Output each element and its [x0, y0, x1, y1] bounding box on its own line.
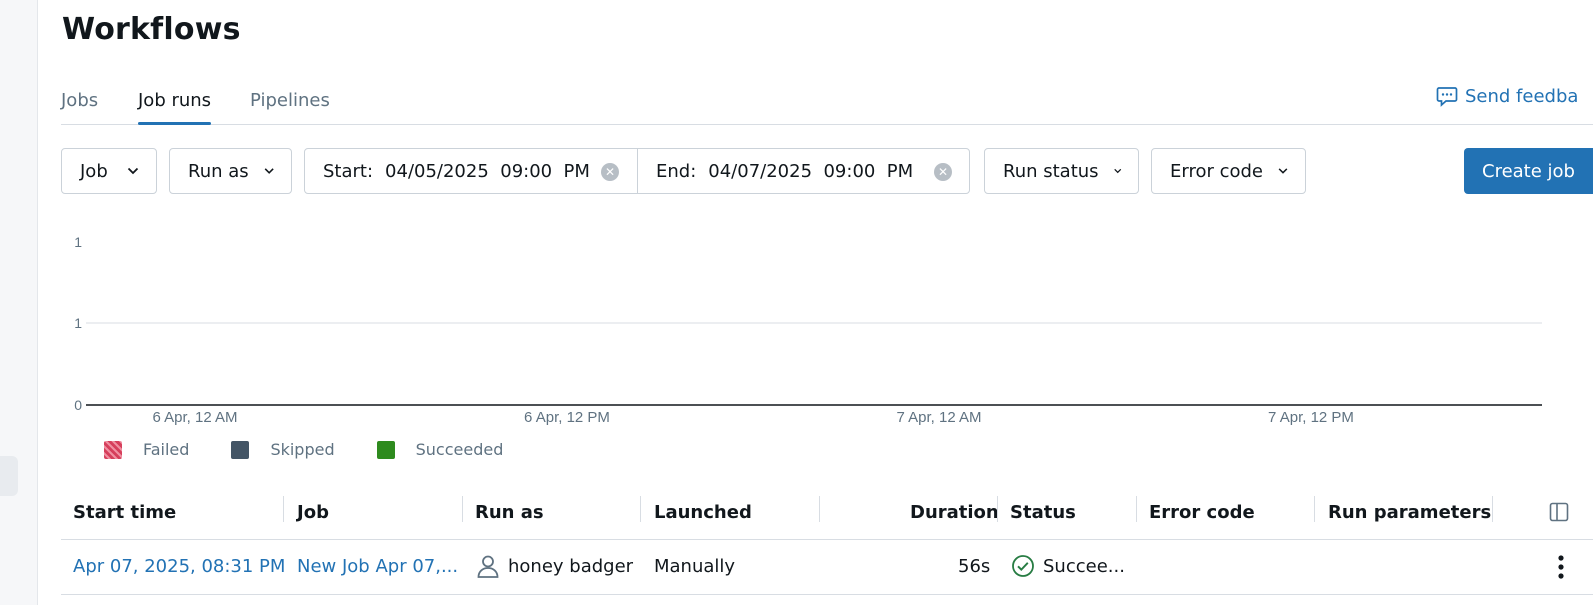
clear-end-date-icon[interactable]: ✕ [934, 163, 952, 181]
status-text: Succee... [1043, 555, 1125, 577]
column-resizer[interactable] [1136, 496, 1137, 522]
table-header: Start time Job Run as Launched Duration … [61, 492, 1593, 540]
end-date-label: End: [656, 160, 697, 182]
job-filter-label: Job [80, 160, 108, 182]
send-feedback-link[interactable]: Send feedba [1435, 84, 1578, 108]
clear-start-date-icon[interactable]: ✕ [601, 163, 619, 181]
column-header-run-parameters[interactable]: Run parameters [1328, 502, 1491, 523]
column-resizer[interactable] [462, 496, 463, 522]
legend-item-failed[interactable]: Failed [104, 440, 189, 459]
left-sidebar [0, 0, 38, 605]
y-tick-label: 0 [74, 397, 82, 413]
x-tick-label: 6 Apr, 12 PM [524, 409, 610, 426]
launched-cell: Manually [654, 556, 736, 577]
legend-item-succeeded[interactable]: Succeeded [376, 440, 504, 459]
speech-bubble-icon [1436, 87, 1458, 107]
y-tick-label: 1 [74, 315, 82, 331]
sidebar-collapse-handle[interactable] [0, 456, 18, 496]
column-header-duration[interactable]: Duration [910, 502, 999, 523]
chevron-down-icon [1113, 168, 1121, 174]
column-resizer[interactable] [997, 496, 998, 522]
column-resizer[interactable] [283, 496, 284, 522]
job-runs-chart: 1 1 0 6 Apr, 12 AM 6 Apr, 12 PM 7 Apr, 1… [74, 234, 1542, 426]
end-date-value: 04/07/2025 09:00 PM [708, 160, 914, 182]
send-feedback-label: Send feedba [1465, 85, 1579, 107]
start-time-link[interactable]: Apr 07, 2025, 08:31 PM [73, 556, 285, 577]
tab-job-runs[interactable]: Job runs [138, 90, 212, 125]
legend-label: Failed [143, 440, 190, 459]
status-cell: Succee... [1011, 554, 1125, 578]
legend-label: Skipped [270, 440, 335, 459]
chevron-down-icon [127, 167, 139, 175]
column-resizer[interactable] [640, 496, 641, 522]
kebab-menu-icon[interactable] [1557, 554, 1565, 580]
run-as-cell: honey badger [475, 553, 633, 579]
run-status-filter-label: Run status [1003, 160, 1099, 182]
error-code-filter-label: Error code [1170, 160, 1264, 182]
column-settings-icon[interactable] [1549, 502, 1569, 522]
date-range-picker: Start: 04/05/2025 09:00 PM ✕ End: 04/07/… [304, 148, 970, 194]
succeeded-swatch [376, 440, 395, 459]
column-resizer[interactable] [1314, 496, 1315, 522]
tab-pipelines[interactable]: Pipelines [250, 90, 330, 124]
column-resizer[interactable] [1492, 496, 1493, 522]
run-status-filter-dropdown[interactable]: Run status [984, 148, 1139, 194]
duration-cell: 56s [958, 556, 991, 577]
job-name-link[interactable]: New Job Apr 07,... [297, 556, 458, 577]
y-tick-label: 1 [74, 234, 82, 250]
tab-jobs[interactable]: Jobs [61, 90, 98, 124]
start-date-value: 04/05/2025 09:00 PM [385, 160, 590, 182]
column-header-status[interactable]: Status [1010, 502, 1076, 523]
run-as-filter-label: Run as [188, 160, 249, 182]
legend-label: Succeeded [415, 440, 504, 459]
table-row: Apr 07, 2025, 08:31 PM New Job Apr 07,..… [61, 540, 1593, 595]
column-resizer[interactable] [819, 496, 820, 522]
check-circle-icon [1012, 555, 1034, 577]
chart-legend: Failed Skipped Succeeded [104, 440, 545, 459]
failed-swatch [104, 440, 122, 459]
column-header-error-code[interactable]: Error code [1149, 502, 1255, 523]
chevron-down-icon [264, 168, 274, 174]
column-header-run-as[interactable]: Run as [475, 502, 544, 523]
run-as-filter-dropdown[interactable]: Run as [169, 148, 292, 194]
x-tick-label: 7 Apr, 12 AM [896, 409, 981, 426]
job-runs-table: Start time Job Run as Launched Duration … [61, 492, 1593, 595]
legend-item-skipped[interactable]: Skipped [231, 440, 335, 459]
page-title: Workflows [62, 12, 241, 47]
start-date-field[interactable]: Start: 04/05/2025 09:00 PM ✕ [305, 149, 638, 193]
column-header-launched[interactable]: Launched [654, 502, 752, 523]
job-filter-dropdown[interactable]: Job [61, 148, 157, 194]
run-as-user: honey badger [508, 555, 634, 577]
user-icon [477, 555, 499, 578]
skipped-swatch [231, 440, 250, 459]
tab-bar: Jobs Job runs Pipelines [61, 86, 1593, 125]
error-code-filter-dropdown[interactable]: Error code [1151, 148, 1306, 194]
create-job-button[interactable]: Create job [1464, 148, 1593, 194]
start-date-label: Start: [323, 160, 374, 182]
end-date-field[interactable]: End: 04/07/2025 09:00 PM ✕ [638, 149, 969, 193]
x-tick-label: 7 Apr, 12 PM [1268, 409, 1354, 426]
x-tick-label: 6 Apr, 12 AM [152, 409, 237, 426]
column-header-job[interactable]: Job [297, 502, 329, 523]
chevron-down-icon [1278, 168, 1288, 174]
column-header-start-time[interactable]: Start time [73, 502, 176, 523]
